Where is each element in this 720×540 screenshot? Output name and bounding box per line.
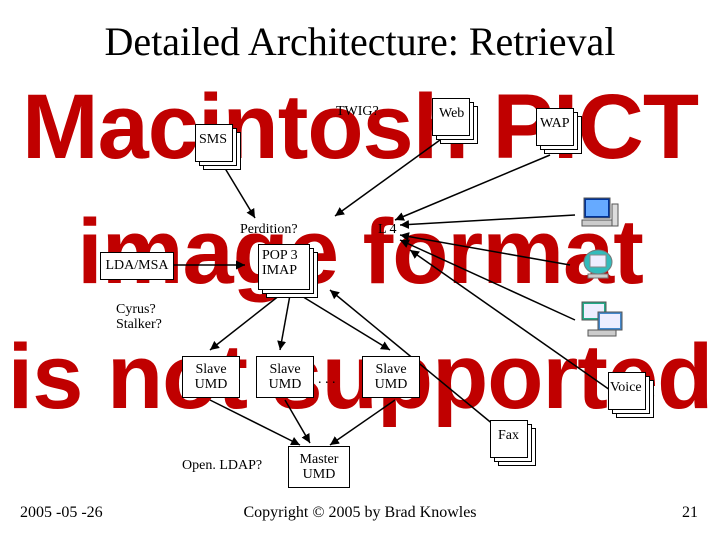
label-slave-umd-1: Slave UMD	[195, 362, 228, 393]
node-slave-umd-2: Slave UMD	[256, 356, 314, 398]
label-slave-umd-2: Slave UMD	[269, 362, 302, 393]
label-perdition: Perdition?	[240, 222, 298, 238]
footer-copyright: Copyright © 2005 by Brad Knowles	[0, 504, 720, 522]
label-voice: Voice	[610, 380, 642, 396]
footer-page-number: 21	[682, 504, 698, 522]
node-lda-msa: LDA/MSA	[100, 252, 174, 280]
label-open-ldap: Open. LDAP?	[182, 458, 262, 474]
label-l4: L 4	[378, 222, 397, 238]
imac-icon	[582, 248, 616, 285]
terminal-server-icon	[580, 300, 624, 345]
label-twig: TWIG?	[336, 104, 379, 120]
node-slave-umd-n: Slave UMD	[362, 356, 420, 398]
bg-text-line-1: Macintosh PICT	[0, 75, 720, 180]
node-master-umd: Master UMD	[288, 446, 350, 488]
label-pop3-imap: POP 3 IMAP	[262, 248, 298, 279]
label-slave-umd-n: Slave UMD	[375, 362, 408, 393]
node-slave-umd-1: Slave UMD	[182, 356, 240, 398]
label-master-umd: Master UMD	[300, 452, 339, 483]
slide: Detailed Architecture: Retrieval Macinto…	[0, 0, 720, 540]
slide-title: Detailed Architecture: Retrieval	[0, 18, 720, 65]
label-wap: WAP	[540, 116, 570, 132]
desktop-computer-icon	[580, 196, 620, 237]
label-web-front: Web	[439, 106, 464, 122]
label-lda-msa: LDA/MSA	[105, 258, 168, 274]
label-cyrus-stalker: Cyrus? Stalker?	[116, 302, 162, 333]
label-dots: . . .	[318, 372, 336, 388]
label-sms: SMS	[199, 132, 227, 148]
label-fax: Fax	[498, 428, 519, 444]
